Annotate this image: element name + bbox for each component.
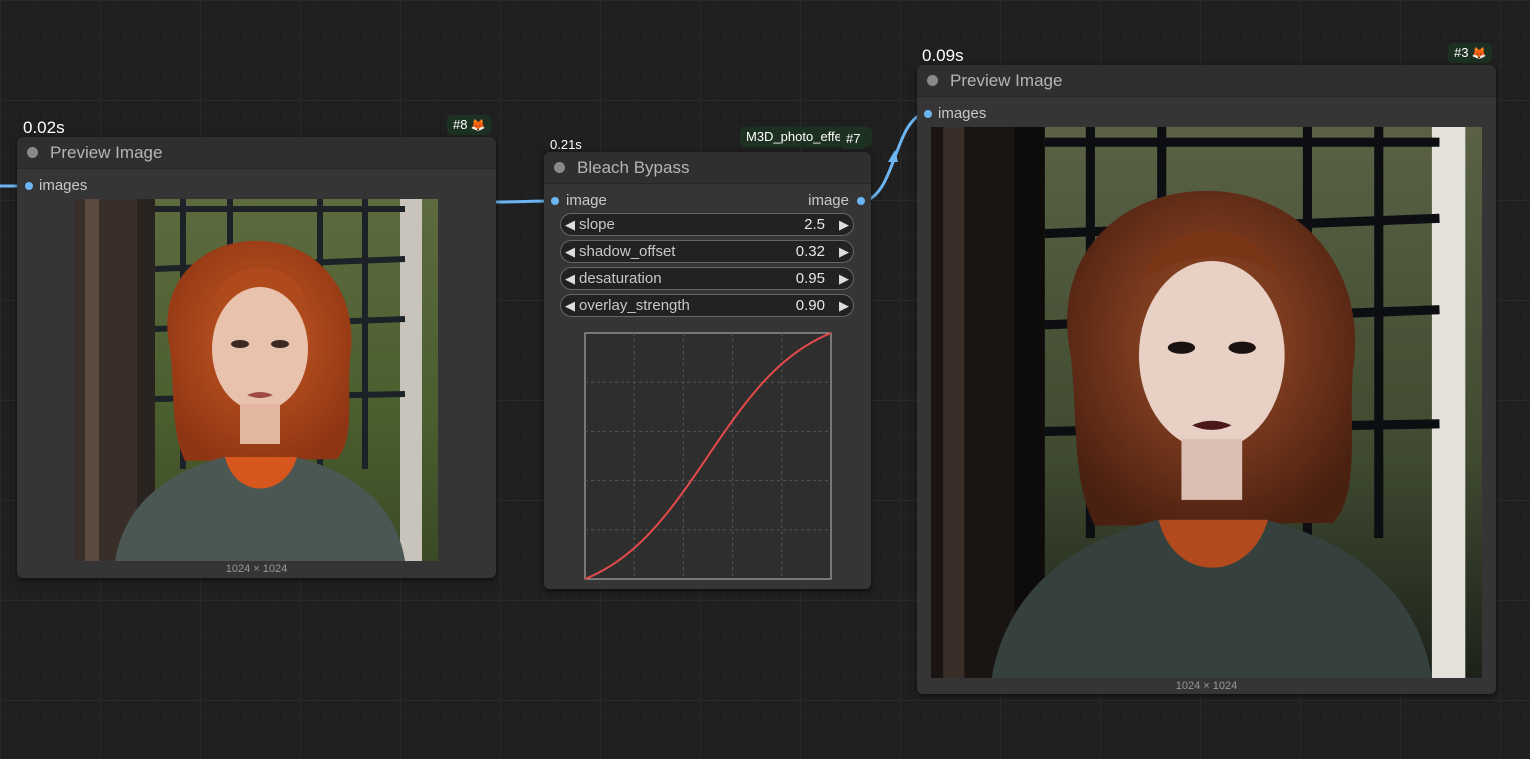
node-pack-label: M3D_photo_effe [746,129,842,144]
collapse-dot-icon[interactable] [27,147,38,158]
slot-label: image [566,192,607,209]
node-id-badge-bleach: #7 [840,129,867,149]
widget-shadow-offset[interactable]: ◀ shadow_offset 0.32 ▶ [560,240,854,263]
node-badge-right: #3 🦊 [1448,43,1493,63]
portrait-image [75,199,438,561]
increment-arrow-icon[interactable]: ▶ [835,271,853,287]
node-title: Bleach Bypass [577,157,690,177]
widget-label: slope [579,216,615,233]
fox-icon: 🦊 [1471,46,1487,60]
slot-label: image [808,192,849,209]
node-header[interactable]: Preview Image [917,65,1496,97]
input-slot-images[interactable]: images [25,177,87,194]
node-timing-bleach: 0.21s [550,137,582,152]
node-id-label: #7 [846,131,861,146]
decrement-arrow-icon[interactable]: ◀ [561,217,579,233]
widget-value[interactable]: 0.90 [796,297,825,314]
node-title: Preview Image [950,70,1063,90]
collapse-dot-icon[interactable] [927,75,938,86]
decrement-arrow-icon[interactable]: ◀ [561,298,579,314]
preview-image-node-right[interactable]: Preview Image images 1024 × 1024 [917,65,1496,694]
increment-arrow-icon[interactable]: ▶ [835,244,853,260]
node-header[interactable]: Bleach Bypass [544,152,871,184]
output-slot-image[interactable]: image [808,192,865,209]
curve-preview [584,332,832,585]
widget-slope[interactable]: ◀ slope 2.5 ▶ [560,213,854,236]
input-dot-icon[interactable] [25,181,33,190]
widget-overlay-strength[interactable]: ◀ overlay_strength 0.90 ▶ [560,294,854,317]
image-size-label: 1024 × 1024 [225,563,288,575]
widget-label: desaturation [579,270,662,287]
increment-arrow-icon[interactable]: ▶ [835,298,853,314]
node-timing-left: 0.02s [23,118,65,137]
decrement-arrow-icon[interactable]: ◀ [561,244,579,260]
node-id-label: #3 [1454,45,1469,60]
slot-label: images [938,105,987,122]
output-dot-icon[interactable] [857,196,865,205]
bleach-bypass-node[interactable]: Bleach Bypass image image ◀ slope 2.5 ▶ … [544,152,871,589]
node-title: Preview Image [50,142,163,162]
image-size-label: 1024 × 1024 [1175,680,1238,692]
widget-value[interactable]: 0.32 [796,243,825,260]
input-slot-images[interactable]: images [924,105,986,122]
widget-value[interactable]: 2.5 [804,216,825,233]
input-slot-image[interactable]: image [551,192,607,209]
decrement-arrow-icon[interactable]: ◀ [561,271,579,287]
widget-value[interactable]: 0.95 [796,270,825,287]
collapse-dot-icon[interactable] [554,162,565,173]
preview-image[interactable] [931,127,1482,678]
portrait-image-processed [931,127,1482,678]
increment-arrow-icon[interactable]: ▶ [835,217,853,233]
widget-label: shadow_offset [579,243,676,260]
node-badge-left: #8 🦊 [447,115,492,135]
node-timing-right: 0.09s [922,46,964,65]
preview-image-node-left[interactable]: Preview Image images 1024 × 1024 [17,137,496,578]
input-dot-icon[interactable] [924,109,932,118]
node-header[interactable]: Preview Image [17,137,496,169]
node-id-label: #8 [453,117,468,132]
slot-label: images [39,177,88,194]
curve-chart [584,332,832,580]
widget-label: overlay_strength [579,297,690,314]
fox-icon: 🦊 [470,118,486,132]
widget-desaturation[interactable]: ◀ desaturation 0.95 ▶ [560,267,854,290]
input-dot-icon[interactable] [551,196,559,205]
preview-image[interactable] [75,199,438,561]
